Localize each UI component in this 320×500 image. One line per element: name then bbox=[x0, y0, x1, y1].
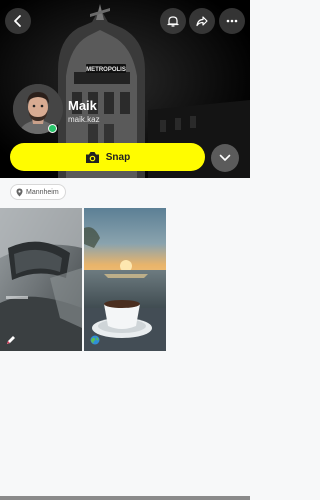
back-button[interactable] bbox=[5, 8, 31, 34]
location-chip[interactable]: Mannheim bbox=[10, 184, 66, 200]
chevron-down-icon bbox=[219, 154, 231, 161]
pencil-icon bbox=[7, 336, 15, 344]
profile-hero: METROPOLIS Maik maik.kaz Snap bbox=[0, 0, 250, 178]
story-tile[interactable] bbox=[0, 208, 82, 351]
home-indicator-bar bbox=[0, 496, 250, 500]
car-interior-photo bbox=[0, 208, 82, 351]
ellipsis-icon bbox=[226, 19, 238, 23]
profile-username: maik.kaz bbox=[68, 115, 100, 124]
bell-icon bbox=[167, 16, 179, 27]
snap-button-label: Snap bbox=[105, 151, 131, 163]
camera-icon bbox=[85, 151, 100, 164]
more-options-button[interactable] bbox=[219, 8, 245, 34]
share-arrow-icon bbox=[196, 16, 208, 27]
location-label: Mannheim bbox=[26, 188, 59, 196]
expand-actions-button[interactable] bbox=[211, 144, 239, 172]
notification-button[interactable] bbox=[160, 8, 186, 34]
sunset-coffee-photo bbox=[84, 208, 166, 351]
chevron-left-icon bbox=[14, 15, 21, 27]
story-tile[interactable] bbox=[84, 208, 166, 351]
globe-icon bbox=[90, 335, 100, 345]
snap-button[interactable]: Snap bbox=[10, 143, 205, 171]
location-pin-icon bbox=[16, 188, 23, 196]
online-status-indicator bbox=[48, 124, 57, 133]
hero-sign-text: METROPOLIS bbox=[86, 67, 126, 73]
profile-display-name: Maik bbox=[68, 98, 97, 113]
share-button[interactable] bbox=[189, 8, 215, 34]
